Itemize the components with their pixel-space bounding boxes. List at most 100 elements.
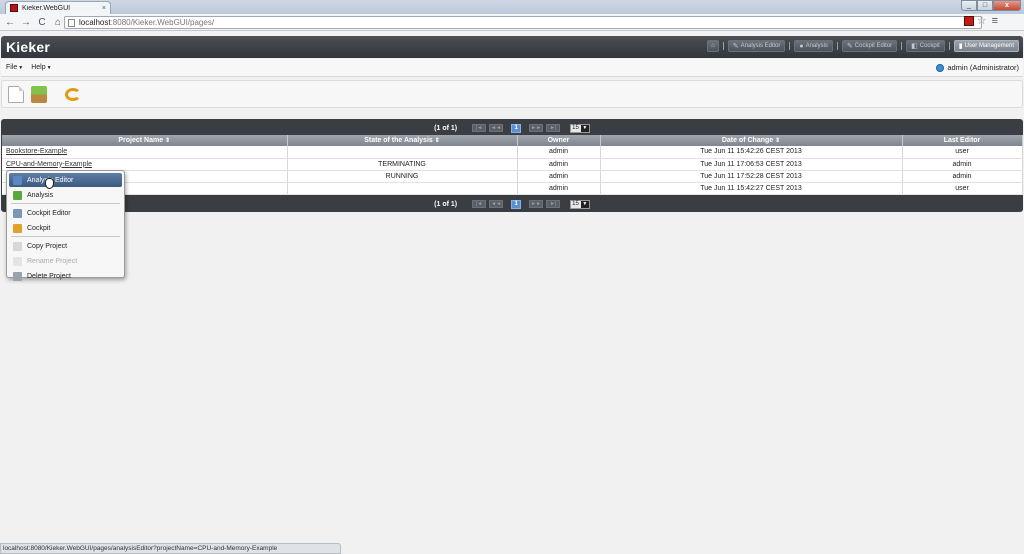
nav-label: Analysis Editor <box>740 43 781 49</box>
column-owner: Owner <box>517 135 601 146</box>
project-context-menu: Analysis Editor Analysis Cockpit Editor … <box>6 170 125 281</box>
browser-tab[interactable]: Kieker.WebGUI × <box>5 1 111 14</box>
prev-page-button[interactable]: ◄◄ <box>489 124 504 132</box>
ctx-analysis[interactable]: Analysis <box>9 188 122 202</box>
nav-cockpit-editor-button[interactable]: ✎ Cockpit Editor <box>841 40 898 52</box>
tab-title: Kieker.WebGUI <box>22 4 71 12</box>
browser-menu-icon[interactable]: ≡ <box>992 16 998 27</box>
back-icon[interactable]: ← <box>4 17 16 28</box>
maximize-button[interactable]: □ <box>977 0 993 11</box>
import-project-icon[interactable] <box>31 86 47 103</box>
column-label: Date of Change <box>721 137 774 144</box>
table-row[interactable]: Bookstore-Example admin Tue Jun 11 15:42… <box>2 146 1023 159</box>
project-name-cell[interactable]: CPU-and-Memory-Example <box>2 158 288 171</box>
sort-icon: ⇕ <box>775 138 781 144</box>
minimize-button[interactable]: _ <box>961 0 977 11</box>
paginator-top: (1 of 1) |◄ ◄◄ 1 ►► ►| 15 ▼ <box>1 121 1023 135</box>
close-window-button[interactable]: x <box>993 0 1021 11</box>
dropdown-icon: ▼ <box>580 200 589 208</box>
main-navigation: ⌂ ✎ Analysis Editor ● Analysis ✎ Cockpit Ed… <box>703 40 1019 52</box>
first-page-button[interactable]: |◄ <box>472 200 487 208</box>
ctx-rename-project[interactable]: Rename Project <box>9 254 122 268</box>
state-cell: TERMINATING <box>287 158 518 171</box>
last-page-button[interactable]: ►| <box>546 200 561 208</box>
rename-icon <box>13 256 22 266</box>
window-controls: _ □ x <box>961 0 1021 11</box>
table-header-row: Project Name ⇕ State of the Analysis ⇕ Own… <box>2 135 1023 146</box>
menu-separator <box>11 236 120 237</box>
menu-help[interactable]: Help▼ <box>31 64 51 71</box>
ctx-label: Rename Project <box>27 257 78 265</box>
nav-separator <box>948 42 950 50</box>
date-cell: Tue Jun 11 15:42:26 CEST 2013 <box>600 146 903 159</box>
column-state[interactable]: State of the Analysis ⇕ <box>287 135 518 146</box>
menu-file[interactable]: File▼ <box>6 64 23 71</box>
project-link[interactable]: CPU-and-Memory-Example <box>6 161 92 168</box>
rows-per-page-select[interactable]: 15 ▼ <box>570 199 590 209</box>
nav-analysis-editor-button[interactable]: ✎ Analysis Editor <box>727 40 786 52</box>
nav-separator <box>901 42 903 50</box>
tab-close-icon[interactable]: × <box>102 5 106 12</box>
nav-analysis-button[interactable]: ● Analysis <box>794 40 833 52</box>
nav-home-button[interactable]: ⌂ <box>706 40 719 52</box>
kieker-favicon-icon <box>10 4 18 12</box>
nav-user-management-button[interactable]: ▮ User Management <box>953 40 1019 52</box>
caret-down-icon: ▼ <box>46 65 52 71</box>
page-number-button[interactable]: 1 <box>511 199 522 209</box>
menu-help-label: Help <box>31 64 46 71</box>
ctx-cockpit[interactable]: Cockpit <box>9 221 122 235</box>
next-page-button[interactable]: ►► <box>529 200 544 208</box>
ctx-label: Copy Project <box>27 242 68 250</box>
reload-projects-icon[interactable] <box>65 88 81 101</box>
column-label: Last Editor <box>943 137 981 144</box>
menu-separator <box>11 203 120 204</box>
table-row[interactable]: RUNNING admin Tue Jun 11 17:52:28 CEST 2… <box>2 170 1023 183</box>
project-toolbar <box>1 80 1023 108</box>
editor-cell: admin <box>902 170 1023 183</box>
page-number-button[interactable]: 1 <box>511 123 522 133</box>
state-cell: RUNNING <box>287 170 518 183</box>
home-icon[interactable]: ⌂ <box>52 17 64 28</box>
table-row[interactable]: admin Tue Jun 11 15:42:27 CEST 2013 user <box>2 182 1023 195</box>
bookmark-star-icon[interactable]: ☆ <box>977 16 987 27</box>
ctx-delete-project[interactable]: Delete Project <box>9 269 122 283</box>
prev-page-button[interactable]: ◄◄ <box>489 200 504 208</box>
table-row[interactable]: CPU-and-Memory-Example TERMINATING admin… <box>2 158 1023 171</box>
page-info: (1 of 1) <box>434 200 458 208</box>
url-path: :8080/Kieker.WebGUI/pages/ <box>110 18 215 27</box>
ctx-analysis-editor[interactable]: Analysis Editor <box>9 173 122 189</box>
user-power-icon <box>936 63 945 72</box>
url-host: localhost <box>79 18 111 27</box>
first-page-button[interactable]: |◄ <box>472 124 487 132</box>
app-menubar: File▼ Help▼ admin (Administrator) <box>1 59 1023 77</box>
nav-label: Cockpit <box>919 43 940 49</box>
analysis-icon: ● <box>799 42 804 50</box>
extension-icon[interactable] <box>963 16 974 26</box>
project-name-cell[interactable]: Bookstore-Example <box>2 146 288 159</box>
column-project-name[interactable]: Project Name ⇕ <box>2 135 288 146</box>
cockpit-icon: ◧ <box>911 43 918 50</box>
column-label: State of the Analysis <box>364 137 433 144</box>
nav-cockpit-button[interactable]: ◧ Cockpit <box>906 40 945 52</box>
address-bar[interactable]: localhost:8080/Kieker.WebGUI/pages/ <box>64 16 982 29</box>
rows-per-page-select[interactable]: 15 ▼ <box>570 123 590 133</box>
column-label: Project Name <box>118 137 164 144</box>
reload-icon[interactable]: C <box>36 17 48 28</box>
next-page-button[interactable]: ►► <box>529 124 544 132</box>
nav-separator <box>722 42 724 50</box>
user-management-icon: ▮ <box>958 43 963 50</box>
nav-label: User Management <box>964 43 1014 49</box>
column-date[interactable]: Date of Change ⇕ <box>600 135 903 146</box>
menu-file-label: File <box>6 64 18 71</box>
ctx-copy-project[interactable]: Copy Project <box>9 239 122 253</box>
ctx-label: Analysis <box>27 191 54 199</box>
forward-icon[interactable]: → <box>20 17 32 28</box>
new-project-icon[interactable] <box>8 86 24 103</box>
ctx-cockpit-editor[interactable]: Cockpit Editor <box>9 206 122 220</box>
page-info: (1 of 1) <box>434 124 458 132</box>
last-page-button[interactable]: ►| <box>546 124 561 132</box>
app-logo: Kieker <box>6 39 51 55</box>
status-bar: localhost:8080/Kieker.WebGUI/pages/analy… <box>0 543 341 554</box>
user-info[interactable]: admin (Administrator) <box>936 63 1019 72</box>
project-link[interactable]: Bookstore-Example <box>6 148 67 155</box>
